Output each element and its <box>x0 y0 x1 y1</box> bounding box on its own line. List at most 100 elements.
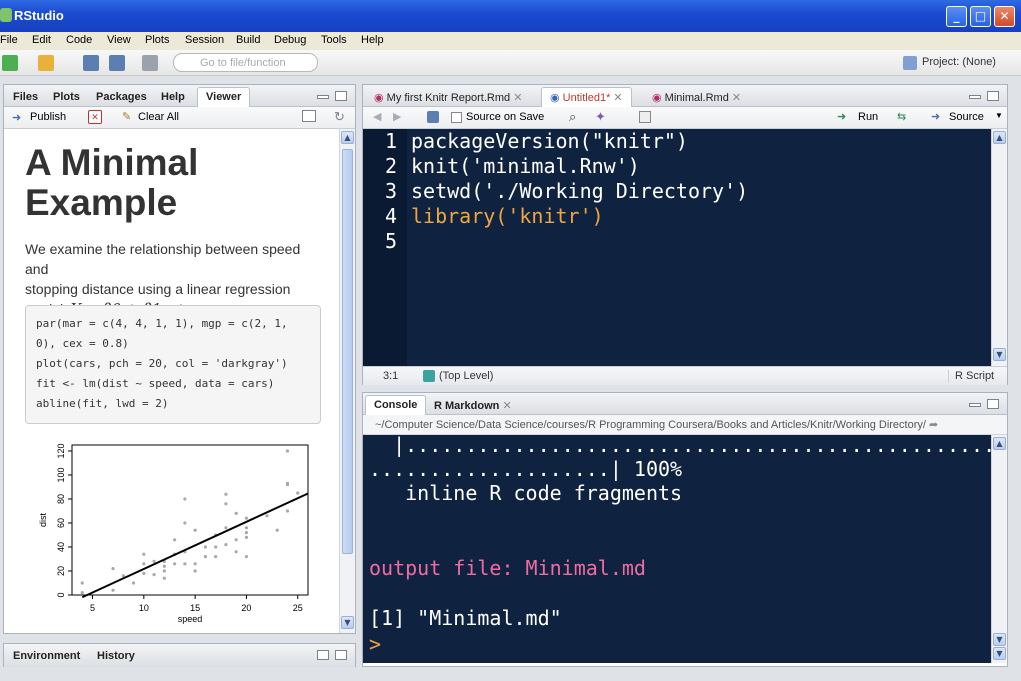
console-prompt[interactable]: > <box>369 632 381 656</box>
tab-files[interactable]: Files <box>4 87 47 107</box>
menu-edit[interactable]: Edit <box>32 34 51 46</box>
source-on-save-checkbox[interactable] <box>451 112 462 123</box>
viewer-toolbar: ➜ Publish ✕ ✎ Clear All ↻ <box>4 107 355 129</box>
save-icon[interactable] <box>83 55 99 71</box>
clear-all-button[interactable]: Clear All <box>138 111 179 123</box>
tab-environment[interactable]: Environment <box>4 646 89 666</box>
paragraph-line-1: We examine the relationship between spee… <box>25 241 301 277</box>
menu-help[interactable]: Help <box>361 34 384 46</box>
scope-indicator[interactable]: (Top Level) <box>439 370 493 382</box>
search-icon[interactable]: ⌕ <box>569 109 576 125</box>
minimize-button[interactable]: _ <box>946 6 967 27</box>
export-icon[interactable] <box>302 110 316 122</box>
maximize-pane-icon[interactable] <box>987 91 999 101</box>
line-number: 2 <box>385 154 398 178</box>
data-point <box>244 531 249 535</box>
data-point <box>162 564 166 568</box>
tab-untitled1[interactable]: ◉ Untitled1* ✕ <box>541 87 632 107</box>
data-point <box>224 502 228 506</box>
magic-wand-icon[interactable]: ✦ <box>595 109 606 125</box>
save-all-icon[interactable] <box>109 55 125 71</box>
tab-my-first-knitr-report[interactable]: ◉ My first Knitr Report.Rmd ✕ <box>365 87 531 107</box>
refresh-icon[interactable]: ↻ <box>334 109 345 125</box>
chevron-down-icon[interactable]: ▼ <box>995 111 1003 120</box>
viewer-scrollbar[interactable]: ▲ ▼ <box>339 129 355 633</box>
tab-plots[interactable]: Plots <box>44 87 89 107</box>
remove-icon[interactable]: ✕ <box>88 110 102 124</box>
minimize-pane-icon[interactable] <box>969 403 981 407</box>
data-point <box>173 538 177 542</box>
back-icon[interactable]: ◀ <box>373 110 381 123</box>
scroll-down-icon[interactable]: ▼ <box>993 348 1006 361</box>
code-line-2[interactable]: knit('minimal.Rnw') <box>411 154 640 178</box>
maximize-pane-icon[interactable] <box>335 650 347 660</box>
heading-line-1: A Minimal <box>25 142 199 183</box>
path-text: ~/Computer Science/Data Science/courses/… <box>375 419 926 431</box>
x-tick-label: 20 <box>241 603 251 613</box>
scroll-up-icon[interactable]: ▲ <box>341 131 354 144</box>
go-to-file-input[interactable]: Go to file/function <box>173 53 318 72</box>
scroll-down-icon[interactable]: ▼ <box>341 616 354 629</box>
maximize-pane-icon[interactable] <box>987 399 999 409</box>
menu-session[interactable]: Session <box>185 34 224 46</box>
console-output[interactable]: |.......................................… <box>363 435 1007 663</box>
save-icon[interactable] <box>427 111 439 123</box>
console-tabbar: Console R Markdown ✕ <box>363 393 1007 415</box>
code-line: par(mar = c(4, 4, 1, 1), mgp = c(2, 1, <box>36 317 288 330</box>
close-button[interactable]: ✕ <box>994 6 1015 27</box>
menu-file[interactable]: File <box>0 34 18 46</box>
y-tick-label: 120 <box>56 443 66 458</box>
viewer-pane: Files Plots Packages Help Viewer ➜ Publi… <box>3 84 356 634</box>
menu-code[interactable]: Code <box>66 34 92 46</box>
menu-plots[interactable]: Plots <box>145 34 169 46</box>
tab-history[interactable]: History <box>88 646 144 666</box>
tab-packages[interactable]: Packages <box>87 87 156 107</box>
goto-directory-icon[interactable]: ➦ <box>929 419 938 431</box>
code-line-1[interactable]: packageVersion("knitr") <box>411 129 688 153</box>
maximize-button[interactable]: □ <box>970 6 991 27</box>
publish-button[interactable]: Publish <box>30 111 66 123</box>
data-point <box>285 509 290 513</box>
code-line-3[interactable]: setwd('./Working Directory') <box>411 179 748 203</box>
console-scrollbar[interactable]: ▲ ▼ ▼ <box>991 435 1007 663</box>
working-directory-path[interactable]: ~/Computer Science/Data Science/courses/… <box>363 415 1007 435</box>
forward-icon[interactable]: ▶ <box>393 110 401 123</box>
tab-viewer[interactable]: Viewer <box>197 87 251 107</box>
new-file-icon[interactable] <box>2 55 18 71</box>
project-menu[interactable]: Project: (None) <box>922 56 996 68</box>
scroll-down-icon[interactable]: ▼ <box>993 633 1006 646</box>
menu-view[interactable]: View <box>107 34 131 46</box>
tab-minimal-rmd[interactable]: ◉ Minimal.Rmd ✕ <box>643 87 750 107</box>
editor-scrollbar[interactable]: ▲ ▼ <box>991 129 1007 366</box>
code-line: abline(fit, lwd = 2) <box>36 397 169 410</box>
source-button[interactable]: Source <box>949 111 984 123</box>
open-project-icon[interactable] <box>38 55 54 71</box>
data-point <box>224 492 228 496</box>
menu-build[interactable]: Build <box>236 34 260 46</box>
tab-console[interactable]: Console <box>365 395 427 415</box>
scroll-up-icon[interactable]: ▲ <box>993 437 1006 450</box>
data-point <box>234 538 238 542</box>
scroll-up-icon[interactable]: ▲ <box>993 131 1006 144</box>
tab-r-markdown[interactable]: R Markdown ✕ <box>425 395 521 415</box>
editor-toolbar: ◀ ▶ Source on Save ⌕ ✦ ➜ Run ⇆ ➜ Source … <box>363 107 1007 129</box>
minimize-pane-icon[interactable] <box>969 95 981 99</box>
maximize-pane-icon[interactable] <box>335 91 347 101</box>
menu-tools[interactable]: Tools <box>321 34 347 46</box>
run-button[interactable]: Run <box>858 111 878 123</box>
code-editor[interactable]: 1 2 3 4 5 packageVersion("knitr") knit('… <box>363 129 1007 366</box>
code-line-4[interactable]: library('knitr') <box>411 204 604 228</box>
restore-pane-icon[interactable] <box>317 650 329 660</box>
editor-tabbar: ◉ My first Knitr Report.Rmd ✕ ◉ Untitled… <box>363 85 1007 107</box>
scroll-down-icon[interactable]: ▼ <box>993 647 1006 660</box>
rerun-icon[interactable]: ⇆ <box>897 110 906 123</box>
project-icon <box>903 56 917 70</box>
file-type-selector[interactable]: R Script <box>948 370 994 382</box>
print-icon[interactable] <box>142 55 158 71</box>
minimize-pane-icon[interactable] <box>317 95 329 99</box>
window-titlebar[interactable]: RStudio _ □ ✕ <box>0 0 1021 32</box>
compile-notebook-icon[interactable] <box>639 111 651 123</box>
tab-help[interactable]: Help <box>152 87 194 107</box>
scroll-thumb[interactable] <box>342 149 353 554</box>
menu-debug[interactable]: Debug <box>274 34 306 46</box>
